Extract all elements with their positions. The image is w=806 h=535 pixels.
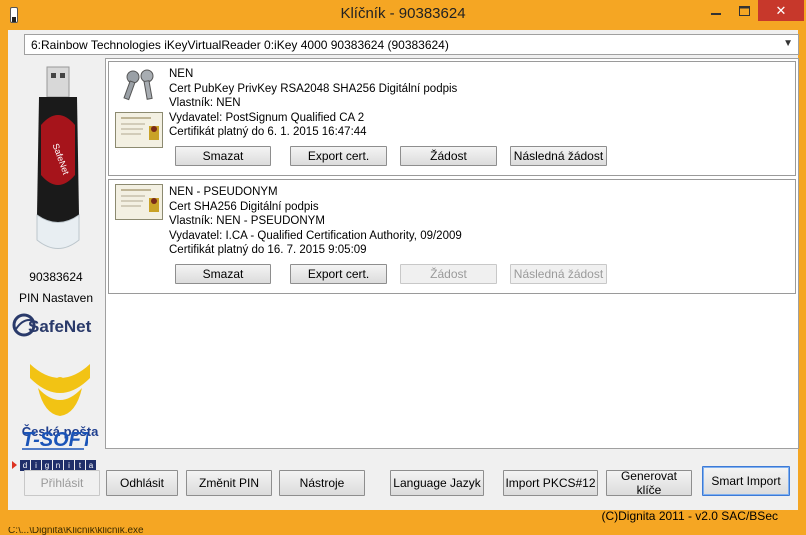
close-icon: ✕	[775, 2, 787, 18]
certificate-validity: Certifikát platný do 6. 1. 2015 16:47:44	[169, 126, 367, 138]
delete-button[interactable]: Smazat	[175, 146, 271, 166]
minimize-icon	[710, 12, 721, 15]
certificate-thumbnail-icon	[115, 112, 163, 148]
export-cert-button[interactable]: Export cert.	[290, 146, 387, 166]
request-button[interactable]: Žádost	[400, 146, 497, 166]
certificate-type: Cert PubKey PrivKey RSA2048 SHA256 Digit…	[169, 82, 458, 95]
tsoft-logo: T-SOFT	[22, 429, 88, 451]
copyright-footer: (C)Dignita 2011 - v2.0 SAC/BSec	[601, 509, 778, 523]
title-bar: Klíčník - 90383624 ✕	[0, 0, 806, 30]
certificate-details: NEN - PSEUDONYM Cert SHA256 Digitální po…	[169, 185, 462, 258]
delete-button[interactable]: Smazat	[175, 264, 271, 284]
pin-status: PIN Nastaven	[18, 291, 94, 305]
usb-token-image: SafeNet	[36, 66, 80, 249]
certificate-card[interactable]: NEN Cert PubKey PrivKey RSA2048 SHA256 D…	[108, 61, 796, 176]
chevron-down-icon: ▼	[783, 38, 793, 49]
svg-text:T-SOFT: T-SOFT	[22, 429, 88, 451]
left-panel: SafeNet 90383624 PIN Nastaven SafeNet Če…	[8, 62, 104, 482]
certificate-list[interactable]: NEN Cert PubKey PrivKey RSA2048 SHA256 D…	[105, 58, 799, 449]
renewal-request-button[interactable]: Následná žádost	[510, 264, 607, 284]
maximize-icon	[739, 5, 750, 16]
smart-import-button[interactable]: Smart Import	[702, 466, 790, 496]
background-text: C:\...\Dignita\Klicnik\klicnik.exe	[8, 527, 144, 535]
safenet-logo: SafeNet	[12, 313, 92, 337]
certificate-type: Cert SHA256 Digitální podpis	[169, 200, 319, 213]
logout-button[interactable]: Odhlásit	[106, 470, 178, 496]
language-button[interactable]: Language Jazyk	[390, 470, 484, 496]
reader-select-value: 6:Rainbow Technologies iKeyVirtualReader…	[31, 37, 449, 52]
certificate-owner: Vlastník: NEN - PSEUDONYM	[169, 215, 325, 227]
renewal-request-button[interactable]: Následná žádost	[510, 146, 607, 166]
token-serial: 90383624	[29, 270, 83, 284]
change-pin-button[interactable]: Změnit PIN	[186, 470, 272, 496]
certificate-validity: Certifikát platný do 16. 7. 2015 9:05:09	[169, 244, 367, 256]
minimize-button[interactable]	[702, 0, 729, 21]
generate-keys-button[interactable]: Generovat klíče	[606, 469, 692, 497]
close-button[interactable]: ✕	[758, 0, 804, 21]
keys-icon	[123, 69, 154, 101]
request-button[interactable]: Žádost	[400, 264, 497, 284]
login-button[interactable]: Přihlásit	[24, 470, 100, 496]
certificate-name: NEN	[169, 68, 194, 80]
main-window-client: 6:Rainbow Technologies iKeyVirtualReader…	[8, 30, 799, 523]
export-cert-button[interactable]: Export cert.	[290, 264, 387, 284]
certificate-issuer: Vydavatel: PostSignum Qualified CA 2	[169, 111, 365, 124]
window-title: Klíčník - 90383624	[340, 5, 466, 22]
certificate-owner: Vlastník: NEN	[169, 97, 241, 109]
tools-button[interactable]: Nástroje	[279, 470, 365, 496]
certificate-details: NEN Cert PubKey PrivKey RSA2048 SHA256 D…	[169, 67, 457, 140]
certificate-thumbnail-icon	[115, 184, 163, 220]
certificate-card[interactable]: NEN - PSEUDONYM Cert SHA256 Digitální po…	[108, 179, 796, 294]
svg-text:SafeNet: SafeNet	[28, 317, 92, 336]
bottom-toolbar: Přihlásit Odhlásit Změnit PIN Nástroje L…	[8, 466, 798, 497]
certificate-name: NEN - PSEUDONYM	[169, 186, 278, 198]
maximize-button[interactable]	[731, 0, 758, 21]
certificate-issuer: Vydavatel: I.CA - Qualified Certificatio…	[169, 229, 462, 242]
import-pkcs12-button[interactable]: Import PKCS#12	[503, 470, 598, 496]
reader-select-dropdown[interactable]: 6:Rainbow Technologies iKeyVirtualReader…	[24, 34, 799, 55]
